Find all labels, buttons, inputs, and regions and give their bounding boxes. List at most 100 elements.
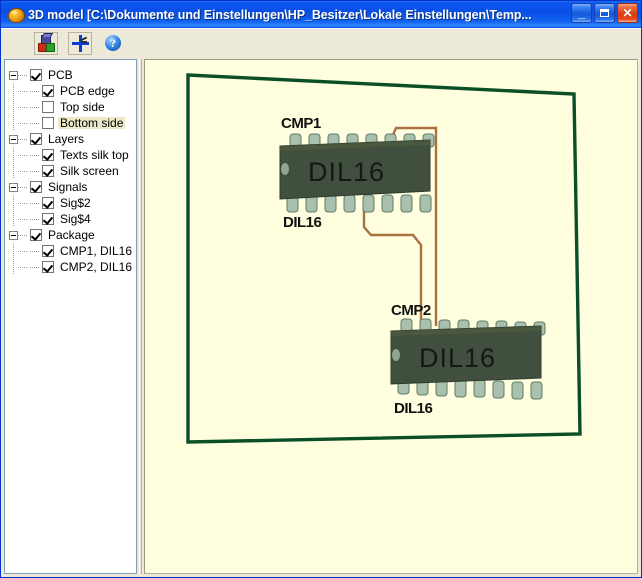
tree-item-label: Sig$2 [60, 196, 91, 210]
expander-minus-icon[interactable] [9, 70, 18, 80]
tree-connector [30, 243, 42, 259]
tree-item-label: CMP2, DIL16 [60, 260, 133, 274]
tree-item-pcb[interactable]: PCB [9, 67, 136, 83]
tree-item-checkbox[interactable] [42, 245, 54, 257]
tree-item-label: PCB [48, 68, 73, 82]
maximize-icon [595, 4, 614, 22]
tree-item-pcb-edge[interactable]: PCB edge [9, 83, 136, 99]
cubes-3d-icon [38, 35, 55, 52]
tree-connector [30, 147, 42, 163]
close-button[interactable]: ✕ [617, 3, 638, 23]
tree-item-texts-silk-top[interactable]: Texts silk top [9, 147, 136, 163]
tree-item-checkbox[interactable] [42, 85, 54, 97]
help-button[interactable]: ? [102, 32, 124, 54]
tree-item-label: Package [48, 228, 95, 242]
tree-item-checkbox[interactable] [42, 197, 54, 209]
expander-minus-icon[interactable] [9, 230, 18, 240]
tree-item-bottom-side[interactable]: Bottom side [9, 115, 136, 131]
cmp1-ref-label: CMP1 [281, 115, 321, 132]
tree-connector [30, 99, 42, 115]
cmp1-package-label: DIL16 [283, 214, 322, 231]
tree-connector [18, 227, 30, 243]
component-cmp2[interactable]: CMP2 DIL16 DIL16 [390, 302, 546, 417]
tree-indent [9, 147, 18, 163]
minimize-icon: _ [577, 5, 586, 20]
app-window: 3D model [C:\Dokumente und Einstellungen… [0, 0, 642, 578]
maximize-button[interactable] [594, 3, 615, 23]
close-icon: ✕ [622, 6, 633, 20]
panel-splitter[interactable] [137, 59, 144, 574]
tree-connector [18, 131, 30, 147]
tree-item-checkbox[interactable] [42, 165, 54, 177]
tree-item-label: CMP1, DIL16 [60, 244, 133, 258]
tree-item-checkbox[interactable] [30, 229, 42, 241]
move-axes-button[interactable] [68, 31, 92, 55]
3d-view-button[interactable] [34, 31, 58, 55]
client-area: PCB PCB edge Top side Bottom side Layers Text… [1, 57, 641, 577]
tree-indent [9, 115, 18, 131]
tree-item-label: Bottom side [58, 116, 126, 130]
title-bar[interactable]: 3D model [C:\Dokumente und Einstellungen… [1, 1, 641, 28]
tree-item-checkbox[interactable] [42, 117, 54, 129]
tree-item-checkbox[interactable] [42, 261, 54, 273]
tree-item-label: PCB edge [60, 84, 115, 98]
tree-item-checkbox[interactable] [30, 133, 42, 145]
tree-indent [18, 99, 30, 115]
expander-minus-icon[interactable] [9, 134, 18, 144]
cmp2-pin1-marker [392, 349, 400, 361]
tree-item-checkbox[interactable] [42, 213, 54, 225]
tree-connector [30, 83, 42, 99]
tree-item-checkbox[interactable] [42, 101, 54, 113]
help-question-icon: ? [105, 35, 121, 51]
tree-item-silk-screen[interactable]: Silk screen [9, 163, 136, 179]
toolbar: ? [1, 28, 641, 57]
tree-indent [9, 211, 18, 227]
tree-indent [18, 163, 30, 179]
axes-move-icon [71, 34, 89, 52]
tree-indent [18, 115, 30, 131]
tree-indent [9, 163, 18, 179]
component-cmp1[interactable]: CMP1 DIL16 DIL16 [279, 115, 435, 231]
tree-indent [18, 211, 30, 227]
model-tree: PCB PCB edge Top side Bottom side Layers Text… [5, 60, 136, 275]
tree-connector [30, 195, 42, 211]
model-tree-panel[interactable]: PCB PCB edge Top side Bottom side Layers Text… [4, 59, 137, 574]
tree-item-cmp2-dil16[interactable]: CMP2, DIL16 [9, 259, 136, 275]
window-title: 3D model [C:\Dokumente und Einstellungen… [28, 7, 532, 22]
expander-minus-icon[interactable] [9, 182, 18, 192]
cmp1-body-text: DIL16 [308, 157, 385, 187]
tree-item-layers[interactable]: Layers [9, 131, 136, 147]
tree-connector [18, 179, 30, 195]
cmp2-ref-label: CMP2 [391, 302, 431, 319]
tree-indent [18, 83, 30, 99]
tree-indent [9, 99, 18, 115]
tree-indent [9, 259, 18, 275]
app-icon [7, 6, 25, 23]
tree-item-label: Sig$4 [60, 212, 91, 226]
tree-indent [18, 147, 30, 163]
tree-item-sig-4[interactable]: Sig$4 [9, 211, 136, 227]
tree-indent [9, 83, 18, 99]
pcb-3d-scene: CMP1 DIL16 DIL16 CMP2 DIL16 DIL16 [186, 73, 582, 444]
tree-item-label: Signals [48, 180, 88, 194]
tree-item-label: Top side [60, 100, 105, 114]
tree-item-package[interactable]: Package [9, 227, 136, 243]
tree-connector [30, 259, 42, 275]
cmp1-pin1-marker [281, 163, 289, 175]
tree-item-cmp1-dil16[interactable]: CMP1, DIL16 [9, 243, 136, 259]
tree-item-signals[interactable]: Signals [9, 179, 136, 195]
tree-item-sig-2[interactable]: Sig$2 [9, 195, 136, 211]
tree-item-checkbox[interactable] [30, 181, 42, 193]
tree-item-top-side[interactable]: Top side [9, 99, 136, 115]
tree-item-label: Silk screen [60, 164, 119, 178]
minimize-button[interactable]: _ [571, 3, 592, 23]
tree-indent [18, 195, 30, 211]
tree-item-checkbox[interactable] [30, 69, 42, 81]
tree-indent [9, 243, 18, 259]
tree-indent [18, 259, 30, 275]
cmp2-package-label: DIL16 [394, 400, 433, 417]
tree-item-checkbox[interactable] [42, 149, 54, 161]
tree-item-label: Layers [48, 132, 85, 146]
tree-connector [30, 115, 42, 131]
3d-view-canvas[interactable]: CMP1 DIL16 DIL16 CMP2 DIL16 DIL16 [144, 59, 638, 574]
